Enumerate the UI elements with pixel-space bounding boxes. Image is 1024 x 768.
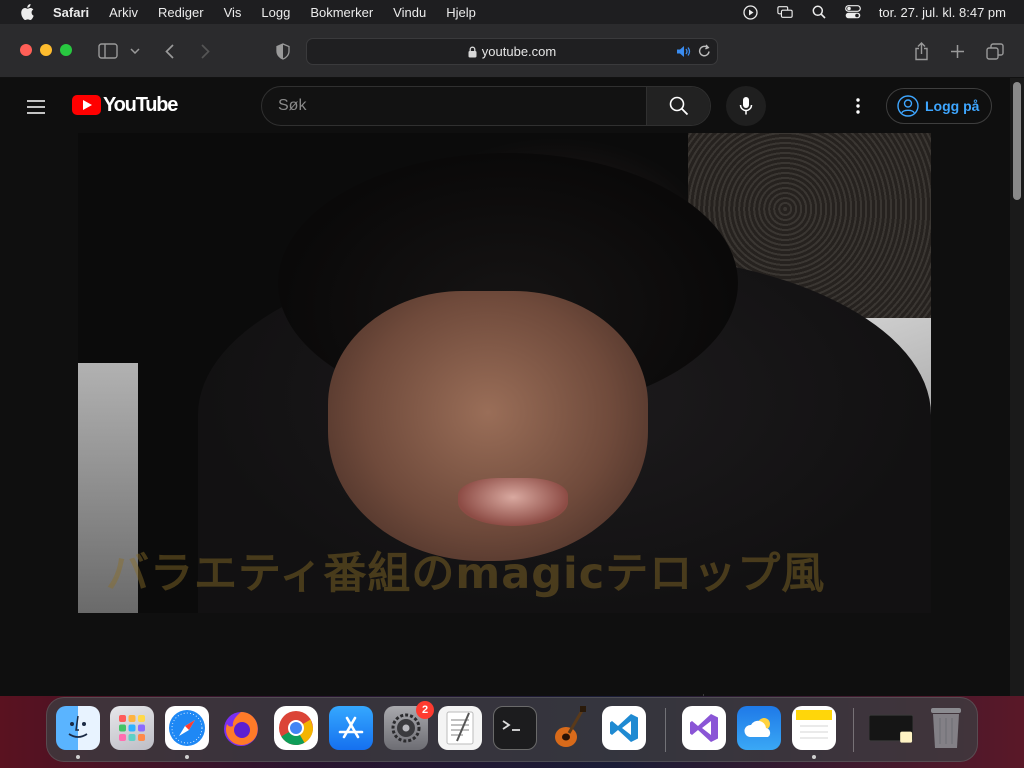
sign-in-button[interactable]: Logg på [886,88,992,124]
spotlight-search-icon[interactable] [811,4,827,20]
dock-separator [853,708,854,752]
safari-window: youtube.com YouTube Søk Logg på バラエティ番組の… [0,24,1024,696]
visual-studio-icon[interactable] [682,706,726,750]
chevron-down-icon[interactable] [129,41,141,61]
page-divider [703,694,704,696]
share-icon[interactable] [912,41,930,61]
app-store-icon[interactable] [329,706,373,750]
vscode-icon[interactable] [602,706,646,750]
menu-bar: Safari Arkiv Rediger Vis Logg Bokmerker … [0,0,1024,24]
control-center-icon[interactable] [844,4,861,20]
video-person-mouth [458,478,568,526]
safari-icon[interactable] [165,706,209,750]
menu-rediger[interactable]: Rediger [158,5,204,20]
finder-icon[interactable] [56,706,100,750]
page-scrollbar-thumb[interactable] [1013,82,1021,200]
menu-bokmerker[interactable]: Bokmerker [310,5,373,20]
privacy-shield-icon[interactable] [274,41,292,61]
microphone-icon [739,97,753,115]
safari-toolbar: youtube.com [0,24,1024,78]
firefox-icon[interactable] [219,706,263,750]
minimized-window-icon[interactable] [869,706,913,750]
notification-badge: 2 [416,701,434,719]
search-icon [669,96,688,116]
back-icon[interactable] [160,41,178,61]
system-settings-icon[interactable]: 2 [384,701,434,750]
youtube-header: YouTube Logg på [0,78,1010,134]
zoom-window-button[interactable] [60,44,72,56]
voice-search-button[interactable] [726,86,766,126]
launchpad-icon[interactable] [110,706,154,750]
apple-menu-icon[interactable] [19,4,35,20]
address-text: youtube.com [481,44,557,59]
garageband-icon[interactable] [547,706,591,750]
menu-logg[interactable]: Logg [261,5,290,20]
weather-icon[interactable] [737,706,781,750]
dock: 2 [46,697,978,762]
youtube-logo[interactable]: YouTube [72,93,178,116]
video-caption: バラエティ番組のmagicテロップ風 [106,549,826,599]
menu-hjelp[interactable]: Hjelp [446,5,476,20]
close-window-button[interactable] [20,44,32,56]
lock-icon [468,46,477,58]
reload-icon[interactable] [698,44,711,61]
sign-in-label: Logg på [925,98,980,114]
dock-separator [665,708,666,752]
notes-running-indicator [812,755,816,759]
youtube-play-icon [72,95,101,115]
menu-vis[interactable]: Vis [224,5,242,20]
now-playing-icon[interactable] [743,4,759,20]
terminal-icon[interactable] [493,706,537,750]
more-options-icon[interactable] [848,94,868,118]
search-input[interactable] [262,87,648,125]
minimize-window-button[interactable] [40,44,52,56]
sidebar-toggle-icon[interactable] [97,41,119,61]
screen-mirroring-icon[interactable] [777,4,793,20]
search-box [261,86,711,126]
trash-icon[interactable] [924,706,968,750]
menu-app-name[interactable]: Safari [53,5,89,20]
search-button[interactable] [646,87,710,125]
menu-arkiv[interactable]: Arkiv [109,5,138,20]
video-player[interactable]: バラエティ番組のmagicテロップ風 [78,133,931,613]
finder-running-indicator [76,755,80,759]
menu-icon[interactable] [24,95,48,119]
address-bar[interactable]: youtube.com [306,38,718,65]
notes-icon[interactable] [792,706,836,750]
speaker-icon[interactable] [676,45,691,61]
safari-running-indicator [185,755,189,759]
account-icon [897,95,919,117]
tab-overview-icon[interactable] [985,41,1005,61]
menu-clock[interactable]: tor. 27. jul. kl. 8:47 pm [879,5,1006,20]
forward-icon[interactable] [196,41,214,61]
youtube-page: YouTube Logg på [0,78,1010,696]
menu-vindu[interactable]: Vindu [393,5,426,20]
new-tab-icon[interactable] [948,41,966,61]
chrome-icon[interactable] [274,706,318,750]
textedit-icon[interactable] [438,706,482,750]
youtube-logo-text: YouTube [103,93,178,116]
